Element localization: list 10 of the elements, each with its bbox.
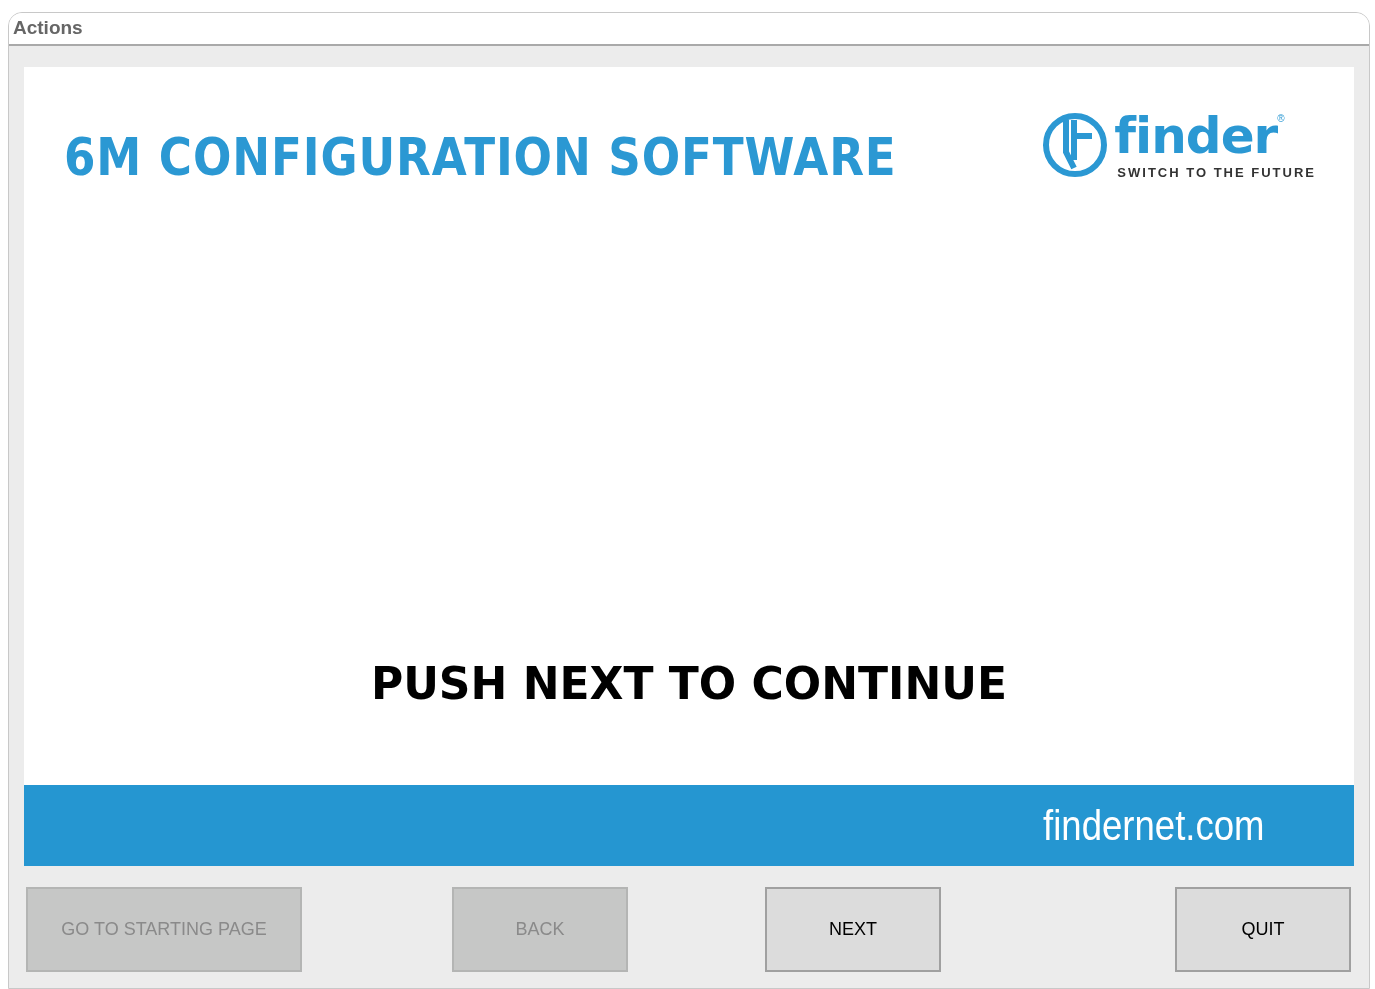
registered-mark: ®: [1277, 112, 1285, 124]
logo-wordmark: finder: [1114, 111, 1278, 161]
website-text: findernet.com: [1042, 801, 1264, 851]
instruction-text: PUSH NEXT TO CONTINUE: [370, 657, 1008, 711]
window-title: Actions: [13, 16, 83, 41]
action-button[interactable]: QUIT: [1175, 887, 1351, 972]
logo-icon: [1042, 112, 1109, 178]
app-title: 6M CONFIGURATION SOFTWARE: [64, 131, 897, 183]
logo-tagline: SWITCH TO THE FUTURE: [1117, 164, 1316, 182]
action-button[interactable]: NEXT: [765, 887, 941, 972]
